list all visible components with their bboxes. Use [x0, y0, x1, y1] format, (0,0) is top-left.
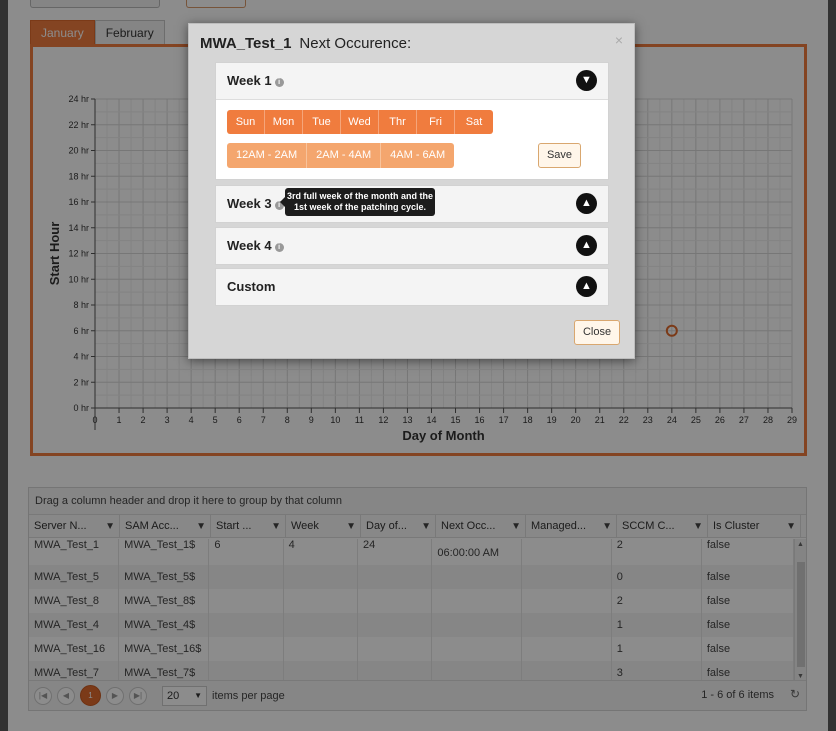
time-button-12am[interactable]: 12AM - 2AM: [227, 143, 308, 168]
day-button-sun[interactable]: Sun: [227, 110, 265, 134]
panel-week-4: Week 4i ▲: [215, 227, 609, 265]
chevron-up-icon[interactable]: ▲: [576, 193, 597, 214]
chevron-down-icon[interactable]: ▼: [576, 70, 597, 91]
time-button-2am[interactable]: 2AM - 4AM: [307, 143, 382, 168]
panel-week-3-label: Week 3: [227, 196, 272, 211]
tooltip-line-2: 1st week of the patching cycle.: [293, 202, 427, 212]
day-button-fri[interactable]: Fri: [417, 110, 455, 134]
tooltip-line-1: 3rd full week of the month and the: [286, 191, 433, 201]
modal-subtitle: Next Occurence:: [299, 35, 412, 52]
panel-week-1-title: Week 1i: [227, 73, 284, 88]
day-button-mon[interactable]: Mon: [265, 110, 303, 134]
panel-custom: Custom ▲: [215, 268, 609, 306]
panel-week-4-title: Week 4i: [227, 238, 284, 253]
panel-week-4-header[interactable]: Week 4i ▲: [216, 228, 608, 264]
panel-week-3-title: Week 3i: [227, 196, 284, 211]
panel-week-1-header[interactable]: Week 1i ▼: [216, 63, 608, 99]
day-button-wed[interactable]: Wed: [341, 110, 379, 134]
info-icon[interactable]: i: [274, 78, 284, 87]
panel-week-1-label: Week 1: [227, 73, 272, 88]
time-button-4am[interactable]: 4AM - 6AM: [381, 143, 455, 168]
week-3-tooltip: 3rd full week of the month and the 1st w…: [280, 188, 435, 216]
panel-custom-title: Custom: [227, 279, 276, 294]
day-button-tue[interactable]: Tue: [303, 110, 341, 134]
close-icon[interactable]: ×: [615, 32, 623, 48]
server-name: MWA_Test_1: [200, 35, 292, 52]
day-buttons: Sun Mon Tue Wed Thr Fri Sat: [227, 110, 493, 134]
chevron-up-icon[interactable]: ▲: [576, 276, 597, 297]
close-button[interactable]: Close: [574, 320, 620, 345]
panel-week-1-body: Sun Mon Tue Wed Thr Fri Sat 12AM - 2AM 2…: [216, 99, 608, 179]
panel-week-1: Week 1i ▼ Sun Mon Tue Wed Thr Fri Sat 12…: [215, 62, 609, 180]
info-icon[interactable]: i: [274, 243, 284, 252]
day-button-sat[interactable]: Sat: [455, 110, 493, 134]
time-buttons: 12AM - 2AM 2AM - 4AM 4AM - 6AM: [227, 143, 455, 168]
day-button-thr[interactable]: Thr: [379, 110, 417, 134]
panel-custom-header[interactable]: Custom ▲: [216, 269, 608, 305]
modal-title: MWA_Test_1 Next Occurence:: [200, 35, 411, 52]
chevron-up-icon[interactable]: ▲: [576, 235, 597, 256]
panel-week-4-label: Week 4: [227, 238, 272, 253]
save-button[interactable]: Save: [538, 143, 581, 168]
